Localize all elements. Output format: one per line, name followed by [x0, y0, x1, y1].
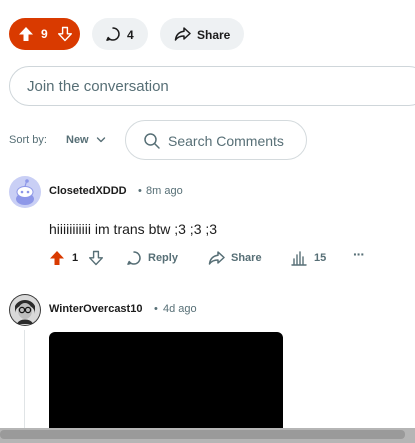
search-comments-input[interactable]: Search Comments	[125, 120, 307, 160]
share-button[interactable]: Share	[231, 252, 262, 264]
comment-image[interactable]	[49, 332, 283, 428]
vote-pill: 9	[9, 18, 80, 50]
downvote-icon[interactable]	[88, 250, 104, 266]
comment-author[interactable]: WinterOvercast10	[49, 303, 142, 315]
share-button[interactable]: Share	[160, 18, 244, 50]
comment-author[interactable]: ClosetedXDDD	[49, 185, 127, 197]
share-icon	[174, 26, 191, 42]
comments-button[interactable]: 4	[92, 18, 148, 50]
thread-line[interactable]	[24, 330, 25, 430]
comment-timestamp[interactable]: 4d ago	[163, 303, 197, 315]
join-conversation-input[interactable]: Join the conversation	[9, 66, 415, 106]
share-icon[interactable]	[208, 250, 225, 266]
downvote-icon[interactable]	[57, 26, 73, 42]
comment-body: hiiiiiiiiiii im trans btw ;3 ;3 ;3	[49, 221, 218, 237]
search-placeholder: Search Comments	[168, 133, 284, 149]
upvote-icon[interactable]	[49, 250, 65, 266]
sort-dropdown[interactable]: New	[66, 134, 89, 146]
meta-separator: •	[138, 185, 142, 197]
bar-chart-icon[interactable]	[291, 250, 307, 266]
reply-button[interactable]: Reply	[148, 252, 178, 264]
join-placeholder: Join the conversation	[27, 78, 169, 95]
avatar[interactable]	[9, 176, 41, 208]
insights-count[interactable]: 15	[314, 252, 326, 264]
vote-count: 9	[41, 27, 48, 41]
comment-icon	[105, 26, 121, 42]
share-label: Share	[197, 28, 231, 42]
comment-timestamp[interactable]: 8m ago	[146, 185, 183, 197]
comment-count: 4	[127, 28, 134, 42]
upvote-icon[interactable]	[18, 26, 34, 42]
comment-icon[interactable]	[126, 250, 142, 266]
comment-vote-count: 1	[72, 252, 79, 264]
sort-label: Sort by:	[9, 134, 47, 146]
scrollbar-thumb[interactable]	[0, 430, 405, 439]
meta-separator: •	[154, 303, 158, 315]
chevron-down-icon[interactable]	[96, 136, 106, 144]
avatar[interactable]	[9, 294, 41, 326]
search-icon	[143, 132, 161, 150]
more-options-button[interactable]: ···	[353, 246, 365, 262]
